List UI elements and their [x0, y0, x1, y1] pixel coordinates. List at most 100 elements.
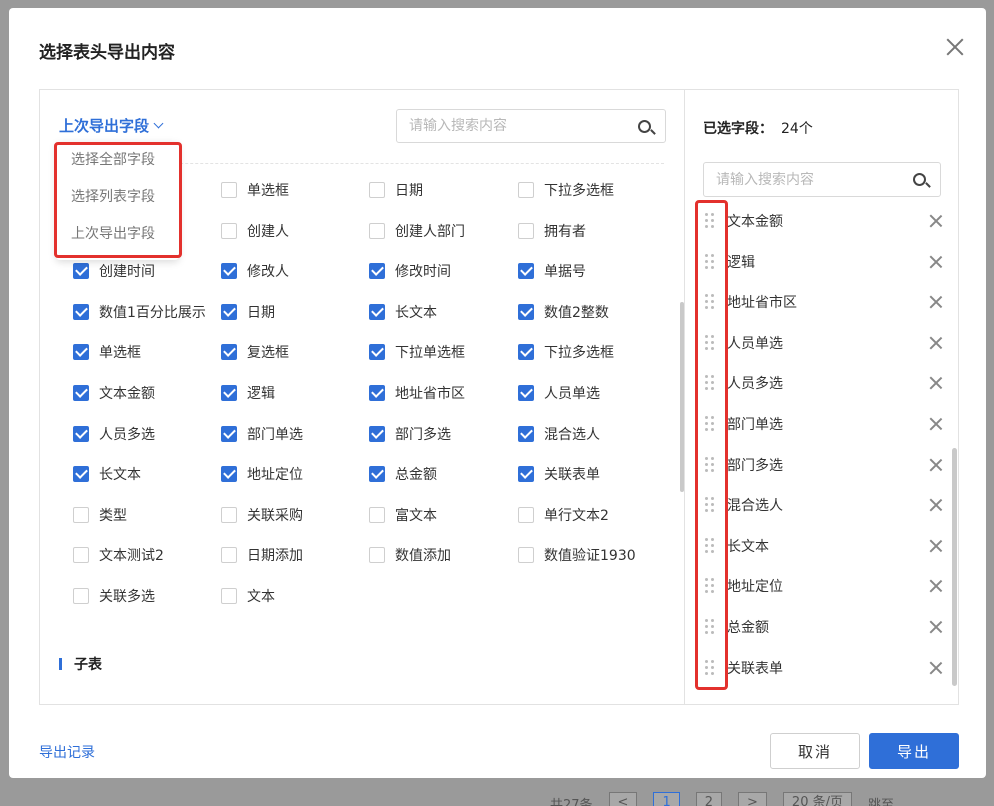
field-option[interactable]: 单选框: [221, 180, 289, 200]
checkbox[interactable]: [73, 547, 89, 563]
field-option[interactable]: 关联采购: [221, 505, 303, 525]
field-option[interactable]: 混合选人: [518, 424, 600, 444]
checkbox-checked[interactable]: [221, 426, 237, 442]
field-option[interactable]: 拥有者: [518, 221, 586, 241]
field-option[interactable]: 逻辑: [221, 383, 275, 403]
checkbox-checked[interactable]: [221, 344, 237, 360]
drag-handle-icon[interactable]: [705, 659, 717, 677]
checkbox[interactable]: [221, 588, 237, 604]
preset-option-select-all[interactable]: 选择全部字段: [56, 142, 179, 179]
field-option[interactable]: 单行文本2: [518, 505, 609, 525]
field-option[interactable]: 关联多选: [73, 586, 155, 606]
remove-icon[interactable]: [929, 376, 943, 390]
remove-icon[interactable]: [929, 214, 943, 228]
checkbox-checked[interactable]: [518, 304, 534, 320]
field-option[interactable]: 部门单选: [221, 424, 303, 444]
remove-icon[interactable]: [929, 336, 943, 350]
field-option[interactable]: 日期添加: [221, 545, 303, 565]
field-option[interactable]: 复选框: [221, 342, 289, 362]
preset-option-last-export[interactable]: 上次导出字段: [56, 216, 179, 253]
checkbox[interactable]: [518, 182, 534, 198]
close-icon[interactable]: [944, 36, 966, 58]
field-list-scrollbar[interactable]: [680, 302, 684, 492]
field-option[interactable]: 长文本: [369, 302, 437, 322]
checkbox[interactable]: [221, 547, 237, 563]
field-option[interactable]: 数值添加: [369, 545, 451, 565]
field-option[interactable]: 人员单选: [518, 383, 600, 403]
field-option[interactable]: 数值1百分比展示: [73, 302, 206, 322]
field-option[interactable]: 修改时间: [369, 261, 451, 281]
checkbox[interactable]: [73, 588, 89, 604]
field-option[interactable]: 文本: [221, 586, 275, 606]
field-option[interactable]: 长文本: [73, 464, 141, 484]
field-option[interactable]: 人员多选: [73, 424, 155, 444]
preset-selector[interactable]: 上次导出字段: [59, 115, 164, 136]
search-icon[interactable]: [638, 120, 651, 133]
export-button[interactable]: 导出: [869, 733, 959, 769]
selected-search-input[interactable]: [704, 163, 940, 196]
checkbox-checked[interactable]: [73, 466, 89, 482]
field-option[interactable]: 数值验证1930: [518, 545, 636, 565]
remove-icon[interactable]: [929, 417, 943, 431]
search-icon[interactable]: [913, 173, 926, 186]
remove-icon[interactable]: [929, 498, 943, 512]
remove-icon[interactable]: [929, 539, 943, 553]
field-option[interactable]: 单选框: [73, 342, 141, 362]
field-option[interactable]: 文本金额: [73, 383, 155, 403]
checkbox-checked[interactable]: [221, 466, 237, 482]
field-option[interactable]: 总金额: [369, 464, 437, 484]
selected-search[interactable]: [703, 162, 941, 197]
checkbox-checked[interactable]: [369, 426, 385, 442]
checkbox[interactable]: [221, 507, 237, 523]
checkbox[interactable]: [518, 223, 534, 239]
field-option[interactable]: 地址省市区: [369, 383, 465, 403]
checkbox-checked[interactable]: [221, 304, 237, 320]
drag-handle-icon[interactable]: [705, 618, 717, 636]
checkbox-checked[interactable]: [518, 385, 534, 401]
checkbox-checked[interactable]: [518, 344, 534, 360]
drag-handle-icon[interactable]: [705, 456, 717, 474]
checkbox-checked[interactable]: [221, 385, 237, 401]
checkbox-checked[interactable]: [73, 385, 89, 401]
field-option[interactable]: 地址定位: [221, 464, 303, 484]
checkbox-checked[interactable]: [369, 385, 385, 401]
checkbox-checked[interactable]: [518, 466, 534, 482]
drag-handle-icon[interactable]: [705, 253, 717, 271]
drag-handle-icon[interactable]: [705, 415, 717, 433]
remove-icon[interactable]: [929, 579, 943, 593]
remove-icon[interactable]: [929, 458, 943, 472]
field-option[interactable]: 下拉多选框: [518, 180, 614, 200]
field-option[interactable]: 部门多选: [369, 424, 451, 444]
field-option[interactable]: 修改人: [221, 261, 289, 281]
checkbox-checked[interactable]: [73, 304, 89, 320]
drag-handle-icon[interactable]: [705, 212, 717, 230]
field-option[interactable]: 下拉多选框: [518, 342, 614, 362]
drag-handle-icon[interactable]: [705, 577, 717, 595]
checkbox-checked[interactable]: [369, 344, 385, 360]
checkbox-checked[interactable]: [369, 263, 385, 279]
checkbox-checked[interactable]: [221, 263, 237, 279]
checkbox[interactable]: [518, 547, 534, 563]
checkbox-checked[interactable]: [369, 466, 385, 482]
field-search-input[interactable]: [397, 110, 665, 142]
remove-icon[interactable]: [929, 255, 943, 269]
remove-icon[interactable]: [929, 661, 943, 675]
checkbox-checked[interactable]: [369, 304, 385, 320]
selected-list-scrollbar[interactable]: [952, 448, 957, 686]
preset-option-list-fields[interactable]: 选择列表字段: [56, 179, 179, 216]
field-option[interactable]: 日期: [369, 180, 423, 200]
drag-handle-icon[interactable]: [705, 293, 717, 311]
checkbox[interactable]: [369, 182, 385, 198]
field-option[interactable]: 创建人部门: [369, 221, 465, 241]
checkbox-checked[interactable]: [518, 426, 534, 442]
field-option[interactable]: 日期: [221, 302, 275, 322]
checkbox[interactable]: [221, 223, 237, 239]
checkbox[interactable]: [369, 547, 385, 563]
checkbox[interactable]: [221, 182, 237, 198]
checkbox-checked[interactable]: [73, 344, 89, 360]
drag-handle-icon[interactable]: [705, 374, 717, 392]
field-option[interactable]: 单据号: [518, 261, 586, 281]
checkbox[interactable]: [518, 507, 534, 523]
field-option[interactable]: 数值2整数: [518, 302, 609, 322]
checkbox-checked[interactable]: [73, 263, 89, 279]
